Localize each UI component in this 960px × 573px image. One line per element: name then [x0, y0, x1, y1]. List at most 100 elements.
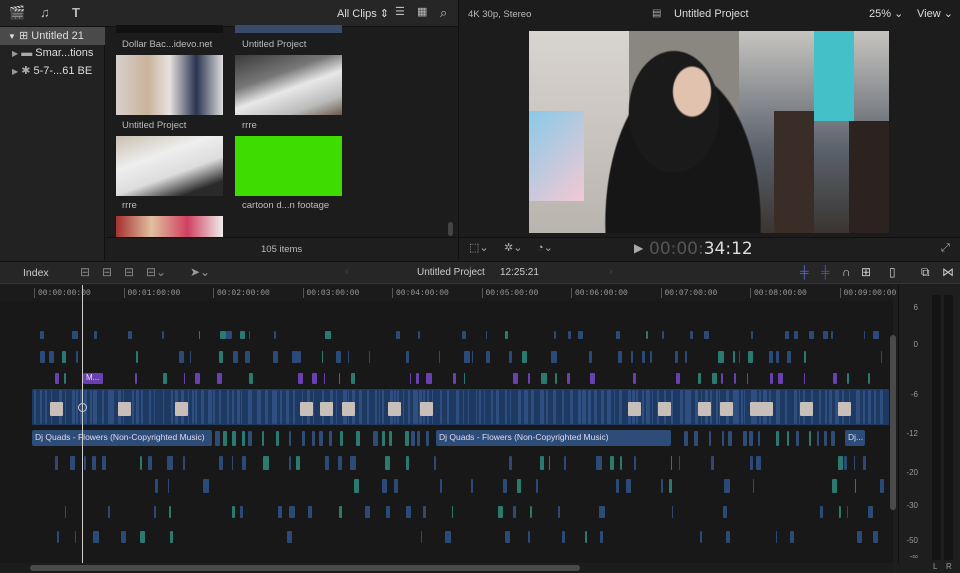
- clip-thumbnail[interactable]: [300, 402, 313, 416]
- video-clip[interactable]: [236, 390, 241, 424]
- connected-clip[interactable]: [512, 506, 516, 518]
- connected-clip[interactable]: [641, 351, 645, 363]
- audio-clip[interactable]: [288, 431, 292, 446]
- skimmer-handle[interactable]: [78, 403, 87, 412]
- connected-clip[interactable]: [585, 531, 587, 543]
- connected-clip[interactable]: [470, 479, 474, 493]
- connected-clip[interactable]: [438, 351, 440, 363]
- connected-clip[interactable]: [135, 373, 138, 384]
- video-clip[interactable]: [200, 390, 204, 424]
- clip-thumbnail[interactable]: [760, 402, 773, 416]
- connected-clip[interactable]: [219, 351, 224, 363]
- video-clip[interactable]: [467, 390, 469, 424]
- connected-clip[interactable]: [880, 479, 885, 493]
- connected-clip[interactable]: [541, 373, 548, 384]
- connected-clip[interactable]: [394, 479, 399, 493]
- connected-clip[interactable]: [720, 373, 724, 384]
- video-clip[interactable]: [740, 390, 743, 424]
- audio-clip[interactable]: [709, 431, 712, 446]
- video-clip[interactable]: [218, 390, 222, 424]
- connected-clip[interactable]: [753, 479, 755, 493]
- insert-clip-icon[interactable]: ⊟: [102, 265, 112, 279]
- audio-clip[interactable]: [276, 431, 279, 446]
- connected-clip[interactable]: [338, 373, 341, 384]
- connected-clip[interactable]: [249, 373, 254, 384]
- connected-clip[interactable]: [675, 373, 680, 384]
- connected-clip[interactable]: [395, 331, 401, 339]
- view-dropdown[interactable]: View ⌄: [917, 7, 953, 20]
- connected-clip[interactable]: [382, 479, 387, 493]
- video-clip[interactable]: [378, 390, 380, 424]
- connected-clip[interactable]: [596, 456, 602, 470]
- connected-clip[interactable]: [769, 351, 773, 363]
- connected-clip[interactable]: [856, 531, 863, 543]
- connected-clip[interactable]: [417, 331, 420, 339]
- connected-clip[interactable]: [669, 479, 672, 493]
- connected-clip[interactable]: [350, 373, 355, 384]
- connected-clip[interactable]: [775, 351, 780, 363]
- titles-generators-icon[interactable]: T: [72, 6, 80, 19]
- connected-clip[interactable]: [609, 456, 615, 470]
- video-clip[interactable]: [588, 390, 592, 424]
- connected-clip[interactable]: [590, 373, 596, 384]
- connected-clip[interactable]: [406, 506, 411, 518]
- connected-clip[interactable]: [756, 456, 761, 470]
- video-clip[interactable]: [540, 390, 544, 424]
- connected-clip[interactable]: [421, 531, 423, 543]
- video-clip[interactable]: [359, 390, 363, 424]
- clip-thumbnail[interactable]: [800, 402, 813, 416]
- search-icon[interactable]: ⌕: [440, 6, 447, 19]
- video-clip[interactable]: [793, 390, 797, 424]
- connected-clip[interactable]: [140, 456, 142, 470]
- connected-clip[interactable]: [347, 351, 350, 363]
- filmstrip-icon[interactable]: ▦: [417, 7, 427, 18]
- audio-clip[interactable]: [830, 431, 835, 446]
- audio-clip[interactable]: [775, 431, 779, 446]
- audio-clip[interactable]: [795, 431, 800, 446]
- video-clip[interactable]: [402, 390, 404, 424]
- connected-clip[interactable]: [336, 351, 342, 363]
- effects-browser-icon[interactable]: ⋈: [942, 265, 954, 279]
- connected-clip[interactable]: [502, 479, 507, 493]
- audio-clip[interactable]: Dj...: [845, 430, 865, 446]
- playhead[interactable]: [82, 285, 83, 563]
- connected-clip[interactable]: [703, 331, 709, 339]
- connected-clip[interactable]: [517, 479, 521, 493]
- connected-clip[interactable]: [793, 331, 798, 339]
- connected-clip[interactable]: [784, 331, 790, 339]
- clip-thumbnail[interactable]: [116, 216, 223, 238]
- clip-thumbnail[interactable]: [320, 402, 333, 416]
- connected-clip[interactable]: [872, 331, 879, 339]
- connected-clip[interactable]: [220, 331, 226, 339]
- connected-clip[interactable]: [645, 331, 649, 339]
- clip-thumbnail[interactable]: [118, 402, 131, 416]
- video-clip[interactable]: [226, 390, 230, 424]
- video-clip[interactable]: [581, 390, 586, 424]
- audio-clip[interactable]: [215, 431, 220, 446]
- video-clip[interactable]: [275, 390, 278, 424]
- libraries-icon[interactable]: 🎬: [9, 6, 25, 19]
- connected-clip[interactable]: [338, 506, 342, 518]
- connected-clip[interactable]: [167, 479, 170, 493]
- connected-clip[interactable]: [354, 479, 360, 493]
- connected-clip[interactable]: [616, 331, 621, 339]
- connected-clip[interactable]: [295, 456, 301, 470]
- forward-arrow-icon[interactable]: ›: [609, 266, 613, 278]
- clip-thumbnail[interactable]: [342, 402, 355, 416]
- title-clip[interactable]: M...: [83, 373, 103, 384]
- connected-clip[interactable]: [65, 506, 67, 518]
- video-clip[interactable]: [90, 390, 92, 424]
- video-clip[interactable]: [136, 390, 139, 424]
- connected-clip[interactable]: [854, 479, 857, 493]
- connected-clip[interactable]: [853, 456, 855, 470]
- connected-clip[interactable]: [385, 456, 391, 470]
- connected-clip[interactable]: [535, 479, 539, 493]
- connected-clip[interactable]: [548, 456, 551, 470]
- video-clip[interactable]: [619, 390, 622, 424]
- connected-clip[interactable]: [406, 456, 410, 470]
- video-clip[interactable]: [601, 390, 604, 424]
- clip-thumbnail[interactable]: [116, 25, 223, 33]
- connected-clip[interactable]: [508, 456, 513, 470]
- audio-clip[interactable]: [684, 431, 689, 446]
- connected-clip[interactable]: [54, 456, 59, 470]
